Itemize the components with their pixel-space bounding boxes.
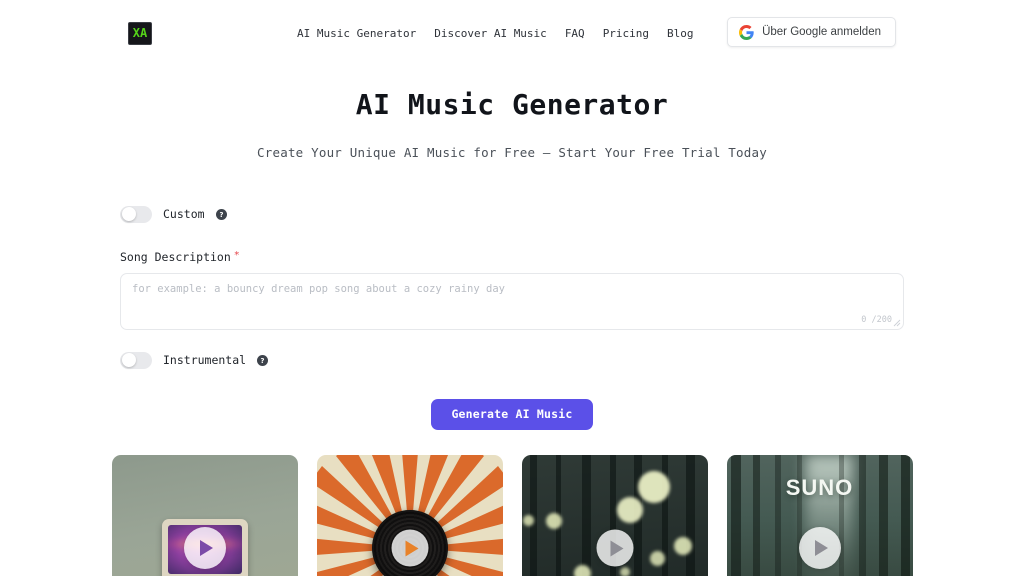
music-gallery: SUNO <box>0 455 1024 576</box>
question-mark-circle-icon[interactable]: ? <box>215 208 227 220</box>
main-nav: AI Music Generator Discover AI Music FAQ… <box>297 28 694 39</box>
nav-link-ai-music-generator[interactable]: AI Music Generator <box>297 28 416 39</box>
custom-toggle-label: Custom <box>163 207 205 222</box>
char-counter: 0 /200 <box>861 314 892 325</box>
page-subtitle: Create Your Unique AI Music for Free — S… <box>257 144 767 160</box>
gallery-card[interactable]: SUNO <box>726 455 913 576</box>
gallery-card[interactable] <box>111 455 298 576</box>
instrumental-toggle-label: Instrumental <box>163 353 247 368</box>
page-title: AI Music Generator <box>355 88 669 121</box>
song-description-label: Song Description <box>120 249 231 264</box>
google-signin-label: Über Google anmelden <box>762 26 881 38</box>
generator-form: Custom ? Song Description * 0 /200 Instr… <box>120 160 904 431</box>
hero-section: AI Music Generator Create Your Unique AI… <box>0 66 1024 160</box>
play-button-icon[interactable] <box>798 527 841 570</box>
generate-ai-music-button[interactable]: Generate AI Music <box>431 398 593 431</box>
play-button-icon[interactable] <box>596 529 633 567</box>
gallery-card[interactable]: SUNO <box>316 455 503 576</box>
song-description-field: 0 /200 <box>120 272 904 330</box>
play-button-icon[interactable] <box>183 527 226 570</box>
logo-text: XA <box>132 26 148 40</box>
nav-link-blog[interactable]: Blog <box>667 28 694 39</box>
page-root: XA AI Music Generator Discover AI Music … <box>0 0 1024 576</box>
instrumental-toggle-row: Instrumental ? <box>120 351 904 369</box>
card-caption: SUNO <box>785 475 854 501</box>
song-description-input[interactable] <box>121 273 903 329</box>
nav-link-faq[interactable]: FAQ <box>565 28 585 39</box>
nav-link-discover-ai-music[interactable]: Discover AI Music <box>434 28 547 39</box>
site-header: XA AI Music Generator Discover AI Music … <box>0 0 1024 66</box>
play-triangle <box>200 540 213 557</box>
play-button-icon[interactable] <box>391 529 428 567</box>
nav-link-pricing[interactable]: Pricing <box>603 28 649 39</box>
svg-text:?: ? <box>261 357 265 365</box>
song-description-label-row: Song Description * <box>120 250 904 264</box>
play-triangle <box>815 540 828 557</box>
play-triangle <box>405 540 418 557</box>
google-signin-button[interactable]: Über Google anmelden <box>727 17 896 47</box>
svg-text:?: ? <box>219 211 223 219</box>
required-marker: * <box>233 249 240 261</box>
custom-toggle[interactable] <box>120 205 152 223</box>
google-g-icon <box>739 24 754 40</box>
instrumental-toggle-knob <box>121 353 136 368</box>
gallery-card[interactable]: SUNO <box>521 455 708 576</box>
question-mark-circle-icon[interactable]: ? <box>257 354 269 366</box>
logo[interactable]: XA <box>128 21 152 45</box>
play-triangle <box>610 540 623 557</box>
instrumental-toggle[interactable] <box>120 351 152 369</box>
custom-toggle-knob <box>121 207 136 222</box>
custom-toggle-row: Custom ? <box>120 205 904 223</box>
generate-button-row: Generate AI Music <box>120 398 904 431</box>
